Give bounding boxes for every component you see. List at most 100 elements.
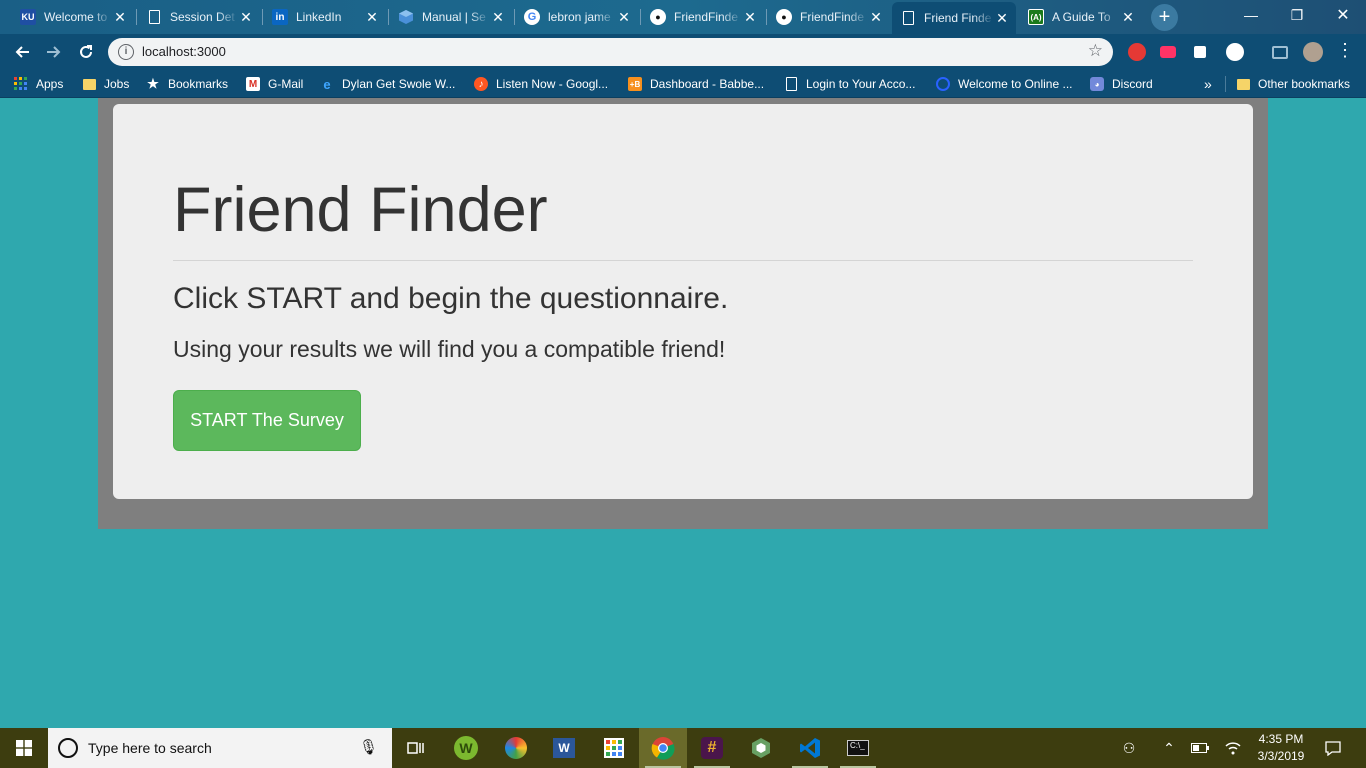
tab-5[interactable]: ● FriendFinde ✕ (642, 4, 764, 30)
bookmark-discord[interactable]: ◕ Discord (1090, 75, 1153, 93)
tab-title: Friend Finde (924, 11, 992, 25)
back-arrow-icon (15, 46, 29, 58)
document-icon (900, 10, 916, 26)
microphone-icon[interactable]: 🎙 (359, 738, 378, 756)
tab-title: A Guide To (1052, 10, 1111, 24)
close-icon[interactable]: ✕ (994, 10, 1010, 27)
reload-button[interactable] (72, 38, 100, 66)
profile-avatar[interactable] (1303, 42, 1323, 62)
close-icon[interactable]: ✕ (112, 9, 128, 26)
folder-icon (1236, 77, 1250, 91)
extension-icon[interactable] (1194, 46, 1206, 58)
tab-separator (766, 9, 767, 25)
battery-icon[interactable] (1186, 728, 1214, 768)
windows-taskbar: Type here to search 🎙 W W # C:\_ ⚇ ⌃ 4:3… (0, 728, 1366, 768)
close-icon[interactable]: ✕ (238, 9, 254, 26)
bookmarks-overflow-button[interactable]: » (1204, 75, 1212, 93)
slack-icon: # (701, 737, 723, 759)
tab-title: FriendFinde (674, 10, 739, 24)
taskbar-app-store[interactable] (590, 728, 638, 768)
bookmark-label: Dylan Get Swole W... (342, 77, 456, 91)
taskbar-app-chrome[interactable] (639, 728, 687, 768)
close-icon[interactable]: ✕ (868, 9, 884, 26)
tab-7-active[interactable]: Friend Finde ✕ (892, 2, 1016, 34)
info-icon[interactable]: i (118, 44, 134, 60)
container: Friend Finder Click START and begin the … (98, 98, 1268, 529)
back-button[interactable] (8, 38, 36, 66)
address-bar[interactable]: i localhost:3000 ☆ (108, 38, 1113, 66)
gmail-icon: M (246, 77, 260, 91)
close-icon[interactable]: ✕ (742, 9, 758, 26)
close-icon[interactable]: ✕ (1120, 9, 1136, 26)
page-title: Friend Finder (173, 175, 548, 245)
bookmark-welcome-online[interactable]: Welcome to Online ... (936, 75, 1073, 93)
star-icon: ★ (147, 76, 159, 91)
tab-title: Session Det (170, 10, 235, 24)
cast-icon[interactable] (1272, 46, 1288, 59)
start-button[interactable] (0, 728, 48, 768)
tab-separator (640, 9, 641, 25)
tab-2[interactable]: in LinkedIn ✕ (264, 4, 386, 30)
tab-4[interactable]: G lebron jame ✕ (516, 4, 638, 30)
bookmark-dylan[interactable]: e Dylan Get Swole W... (320, 75, 455, 93)
adblock-extension-icon[interactable] (1128, 43, 1146, 61)
browser-toolbar: i localhost:3000 ☆ ⋮ (0, 34, 1366, 70)
screen-record-extension-icon[interactable] (1160, 46, 1176, 58)
taskbar-search-box[interactable]: Type here to search 🎙 (48, 728, 392, 768)
grammarly-extension-icon[interactable] (1226, 43, 1244, 61)
bookmark-label: Apps (36, 77, 64, 91)
tab-8[interactable]: (A) A Guide To ✕ (1020, 4, 1142, 30)
new-tab-button[interactable]: + (1151, 4, 1178, 31)
close-icon[interactable]: ✕ (490, 9, 506, 26)
taskbar-app-webroot[interactable]: W (442, 728, 490, 768)
tab-6[interactable]: ● FriendFinde ✕ (768, 4, 890, 30)
bookmark-login[interactable]: Login to Your Acco... (784, 75, 915, 93)
tab-separator (514, 9, 515, 25)
bookmark-label: Login to Your Acco... (806, 77, 916, 91)
cortana-icon (58, 738, 78, 758)
tab-title: lebron jame (548, 10, 611, 24)
task-view-button[interactable] (392, 728, 440, 768)
taskbar-app-vscode[interactable] (786, 728, 834, 768)
taskbar-app-terminal[interactable]: C:\_ (834, 728, 882, 768)
start-survey-button[interactable]: START The Survey (173, 390, 361, 451)
bookmark-star-icon[interactable]: ☆ (1088, 41, 1103, 61)
bookmark-listen-now[interactable]: ♪ Listen Now - Googl... (474, 75, 608, 93)
close-icon[interactable]: ✕ (364, 9, 380, 26)
people-icon[interactable]: ⚇ (1116, 728, 1142, 768)
address-url[interactable]: localhost:3000 (142, 44, 226, 59)
taskbar-app-node[interactable] (737, 728, 785, 768)
minimize-button[interactable]: — (1228, 0, 1274, 30)
bookmark-label: Jobs (104, 77, 130, 91)
bookmark-bookmarks[interactable]: ★ Bookmarks (146, 75, 228, 93)
bookmark-label: Other bookmarks (1258, 77, 1351, 91)
github-icon: ● (650, 9, 666, 25)
codecademy-icon: (A) (1028, 9, 1044, 25)
restore-button[interactable]: ❐ (1274, 0, 1320, 30)
other-bookmarks[interactable]: Other bookmarks (1236, 75, 1350, 93)
system-clock[interactable]: 4:35 PM 3/3/2019 (1250, 731, 1312, 765)
chrome-menu-icon[interactable]: ⋮ (1336, 40, 1354, 61)
tab-0[interactable]: KU Welcome to ✕ (12, 4, 134, 30)
window-close-button[interactable]: ✕ (1320, 0, 1366, 30)
taskbar-app-word[interactable]: W (540, 728, 588, 768)
discord-icon: ◕ (1090, 77, 1104, 91)
divider (173, 260, 1193, 261)
wifi-icon[interactable] (1220, 728, 1246, 768)
forward-button[interactable] (40, 38, 68, 66)
taskbar-app-paint[interactable] (492, 728, 540, 768)
show-hidden-icons-chevron-icon[interactable]: ⌃ (1156, 728, 1182, 768)
taskbar-app-slack[interactable]: # (688, 728, 736, 768)
page-viewport: Friend Finder Click START and begin the … (0, 98, 1366, 728)
tab-1[interactable]: Session Det ✕ (138, 4, 260, 30)
close-icon[interactable]: ✕ (616, 9, 632, 26)
bookmark-apps[interactable]: Apps (14, 75, 63, 93)
subtitle-text: Using your results we will find you a co… (173, 336, 726, 362)
bookmark-jobs[interactable]: Jobs (82, 75, 129, 93)
music-icon: ♪ (474, 77, 488, 91)
action-center-icon[interactable] (1318, 728, 1348, 768)
bookmark-dashboard[interactable]: +B Dashboard - Babbe... (628, 75, 764, 93)
reload-icon (80, 45, 92, 58)
bookmark-gmail[interactable]: M G-Mail (246, 75, 303, 93)
tab-3[interactable]: Manual | Se ✕ (390, 4, 512, 30)
